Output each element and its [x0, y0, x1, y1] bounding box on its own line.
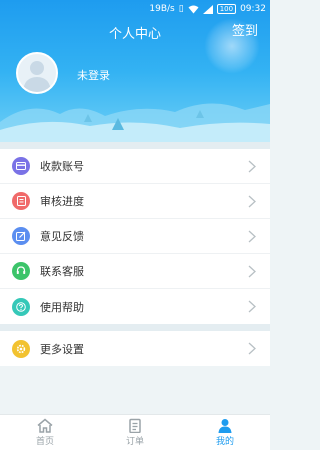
- login-status[interactable]: 未登录: [77, 67, 110, 83]
- menu-item-label: 使用帮助: [40, 300, 84, 314]
- menu-item-label: 更多设置: [40, 342, 84, 356]
- menu-item-help[interactable]: 使用帮助: [0, 289, 270, 324]
- title-bar: 个人中心: [0, 22, 270, 42]
- menu-item-label: 审核进度: [40, 195, 84, 208]
- user-icon: [218, 419, 232, 433]
- edit-icon: [12, 227, 30, 245]
- document-icon: [12, 192, 30, 210]
- bottom-nav: 首页 订单 我的: [0, 414, 270, 450]
- nav-label: 首页: [35, 437, 54, 447]
- menu-list: 收款账号 审核进度 意见反馈 联系客服 使用帮助 更多设置: [0, 142, 270, 366]
- card-icon: [12, 157, 30, 175]
- menu-item-customer-service[interactable]: 联系客服: [0, 254, 270, 289]
- menu-item-feedback[interactable]: 意见反馈: [0, 219, 270, 254]
- signal-icon: [202, 4, 213, 14]
- divider: [0, 324, 270, 331]
- chevron-right-icon: [248, 342, 256, 355]
- menu-item-label: 收款账号: [40, 160, 84, 173]
- menu-group-main: 收款账号 审核进度 意见反馈 联系客服 使用帮助: [0, 149, 270, 324]
- question-icon: [12, 297, 30, 316]
- menu-item-payment-account[interactable]: 收款账号: [0, 149, 270, 184]
- battery-icon: 100: [216, 4, 237, 14]
- chevron-right-icon: [248, 300, 256, 313]
- chevron-right-icon: [248, 230, 256, 243]
- gear-icon: [12, 339, 30, 358]
- clipboard-icon: [129, 418, 141, 433]
- menu-group-settings: 更多设置: [0, 331, 270, 366]
- chevron-right-icon: [248, 160, 256, 173]
- nav-item-orders[interactable]: 订单: [90, 415, 180, 450]
- network-speed: 19B/s: [149, 4, 175, 14]
- profile-header: 19B/s ▯ 100 09:32 个人中心 签到 未登录: [0, 0, 270, 142]
- menu-item-label: 意见反馈: [40, 230, 84, 243]
- page-title: 个人中心: [108, 26, 161, 42]
- sign-in-button[interactable]: 签到: [232, 22, 258, 42]
- clock: 09:32: [240, 4, 266, 14]
- nav-label: 我的: [215, 437, 234, 447]
- chevron-right-icon: [248, 265, 256, 278]
- menu-item-review-progress[interactable]: 审核进度: [0, 184, 270, 219]
- wifi-icon: [188, 5, 199, 13]
- home-icon: [37, 418, 53, 433]
- nav-item-mine[interactable]: 我的: [180, 415, 270, 450]
- headset-icon: [12, 262, 30, 280]
- nav-label: 订单: [125, 437, 144, 447]
- status-bar: 19B/s ▯ 100 09:32: [0, 0, 270, 18]
- landscape-illustration: [0, 103, 270, 142]
- chevron-right-icon: [248, 195, 256, 208]
- menu-item-label: 联系客服: [40, 265, 84, 278]
- menu-item-more-settings[interactable]: 更多设置: [0, 331, 270, 366]
- divider: [0, 142, 270, 149]
- vibrate-icon: ▯: [178, 3, 184, 14]
- nav-item-home[interactable]: 首页: [0, 415, 90, 450]
